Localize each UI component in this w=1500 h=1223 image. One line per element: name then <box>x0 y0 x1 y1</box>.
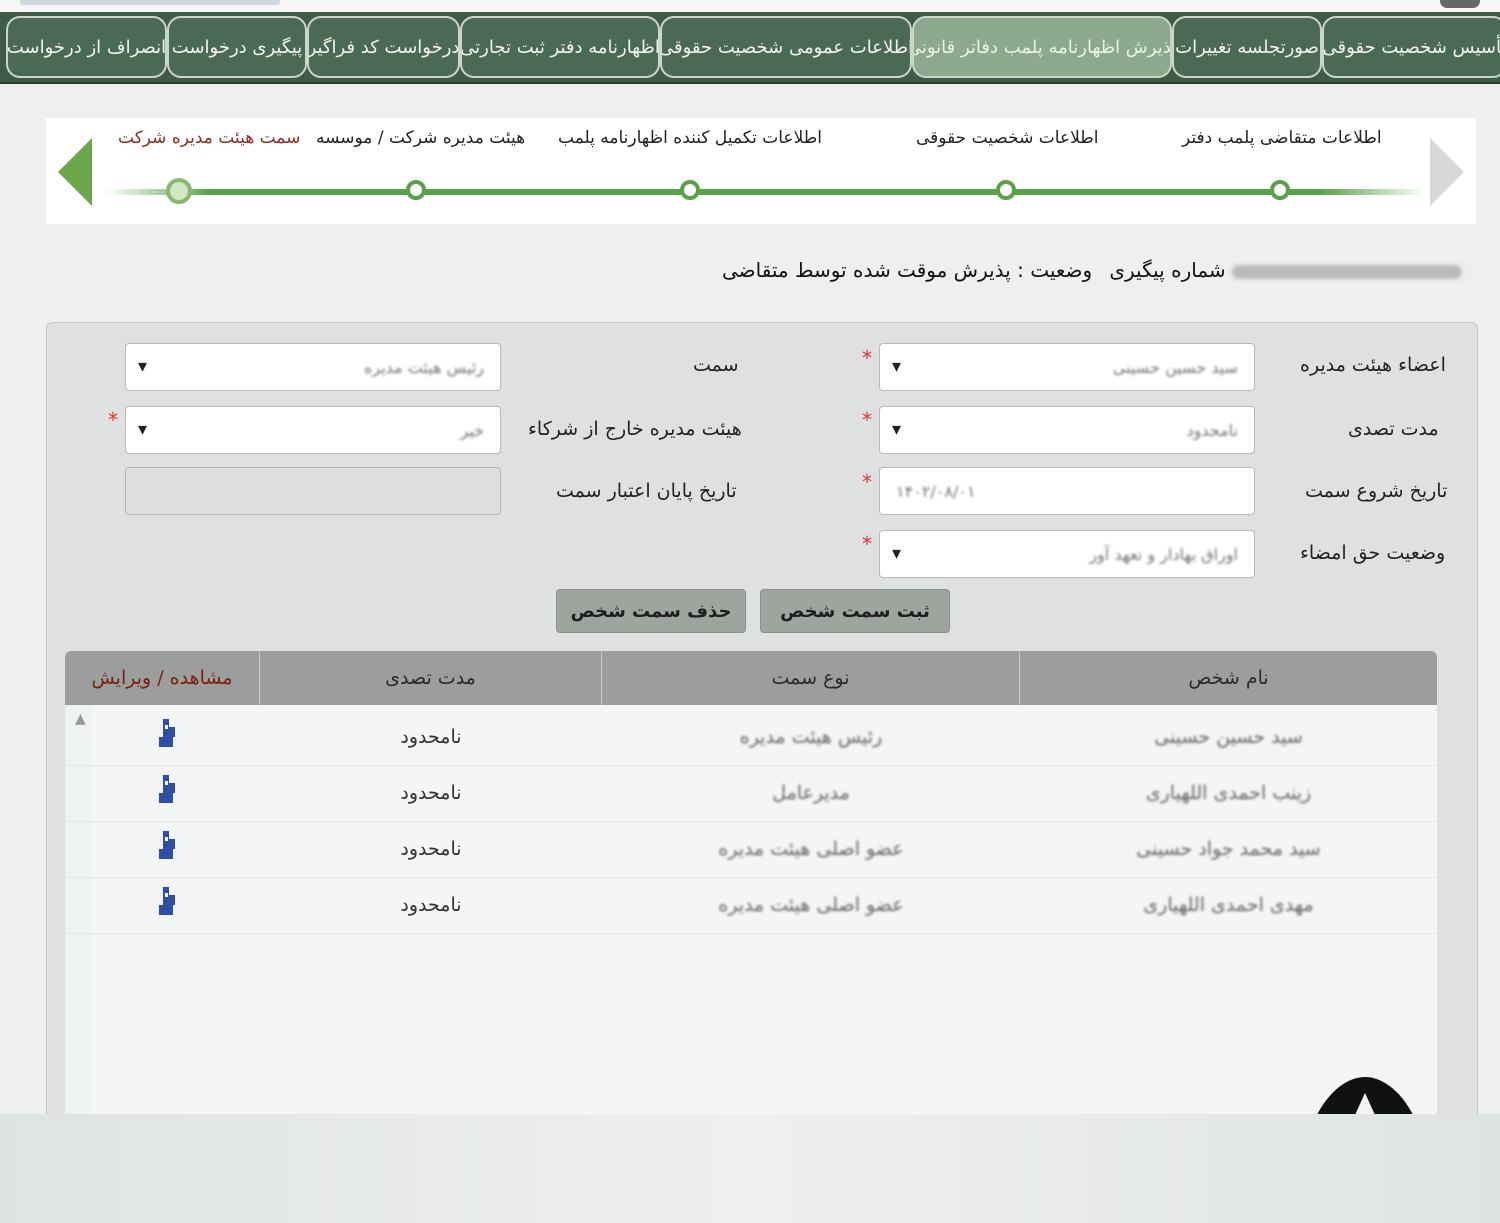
save-position-button[interactable]: ثبت سمت شخص <box>760 589 950 633</box>
required-mark: * <box>862 346 872 370</box>
tab-change-minutes[interactable]: صورتجلسه تغییرات <box>1172 16 1322 78</box>
required-mark: * <box>862 470 872 494</box>
term-select[interactable]: نامحدود ▾ <box>879 406 1255 454</box>
signature-status-label: وضعیت حق امضاء <box>1300 542 1446 564</box>
step-label-applicant[interactable]: اطلاعات متقاضی پلمب دفتر <box>1182 128 1382 148</box>
arrow-right-icon[interactable] <box>1430 138 1464 206</box>
chevron-down-icon: ▾ <box>138 419 148 440</box>
step-label-legal-entity[interactable]: اطلاعات شخصیت حقوقی <box>916 128 1099 148</box>
cell-term: نامحدود <box>400 894 462 916</box>
cell-term: نامحدود <box>400 782 462 804</box>
edit-icon[interactable] <box>157 831 177 861</box>
start-date-label: تاریخ شروع سمت <box>1305 480 1448 502</box>
table-row[interactable]: سید حسین حسینی رئیس هیئت مدیره نامحدود <box>65 709 1437 766</box>
table-row[interactable]: مهدی احمدی اللهیاری عضو اصلی هیئت مدیره … <box>65 877 1437 934</box>
table-header: نام شخص نوع سمت مدت تصدی مشاهده / ویرایش <box>65 651 1437 705</box>
header-view-edit[interactable]: مشاهده / ویرایش <box>65 651 260 705</box>
table-row[interactable]: زینب احمدی اللهیاری مدیرعامل نامحدود <box>65 765 1437 822</box>
positions-table: نام شخص نوع سمت مدت تصدی مشاهده / ویرایش… <box>65 651 1437 1121</box>
tab-ledger-sealing[interactable]: پذیرش اظهارنامه پلمب دفاتر قانونی <box>912 16 1172 78</box>
edit-icon[interactable] <box>157 775 177 805</box>
delete-position-button[interactable]: حذف سمت شخص <box>556 589 746 633</box>
cell-position: مدیرعامل <box>772 782 850 804</box>
step-dot-board-position[interactable] <box>166 178 192 204</box>
members-label: اعضاء هیئت مدیره <box>1300 354 1446 376</box>
cell-name: سید محمد جواد حسینی <box>1136 838 1321 860</box>
required-mark: * <box>862 408 872 432</box>
tab-public-info[interactable]: اطلاعات عمومی شخصیت حقوقی <box>660 16 912 78</box>
main-tabbar: تأسیس شخصیت حقوقی صورتجلسه تغییرات پذیرش… <box>0 12 1500 84</box>
position-label: سمت <box>693 354 739 376</box>
cell-position: رئیس هیئت مدیره <box>739 726 883 748</box>
header-position[interactable]: نوع سمت <box>602 651 1020 705</box>
edit-icon[interactable] <box>157 887 177 917</box>
cell-position: عضو اصلی هیئت مدیره <box>718 894 904 916</box>
cell-name: سید حسین حسینی <box>1154 726 1303 748</box>
cell-position: عضو اصلی هیئت مدیره <box>718 838 904 860</box>
step-dot-board[interactable] <box>406 180 426 200</box>
chevron-down-icon: ▾ <box>892 356 902 377</box>
top-strip <box>0 0 1500 12</box>
chevron-down-icon: ▾ <box>138 356 148 377</box>
step-dot-legal-entity[interactable] <box>996 180 1016 200</box>
step-label-filler[interactable]: اطلاعات تکمیل کننده اظهارنامه پلمب <box>558 128 822 148</box>
step-label-board[interactable]: هیئت مدیره شرکت / موسسه <box>316 128 525 148</box>
step-dot-filler[interactable] <box>680 180 700 200</box>
table-row[interactable]: سید محمد جواد حسینی عضو اصلی هیئت مدیره … <box>65 821 1437 878</box>
end-date-input <box>125 467 501 515</box>
cell-name: زینب احمدی اللهیاری <box>1145 782 1312 804</box>
tab-commercial-register[interactable]: اظهارنامه دفتر ثبت تجارتی <box>460 16 660 78</box>
chevron-down-icon: ▾ <box>892 543 902 564</box>
arrow-left-icon[interactable] <box>58 138 92 206</box>
chevron-down-icon: ▾ <box>892 419 902 440</box>
tracking-label: شماره پیگیری <box>1109 258 1226 282</box>
term-label: مدت تصدی <box>1348 418 1439 440</box>
required-mark: * <box>108 408 118 432</box>
signature-status-select[interactable]: اوراق بهادار و تعهد آور ▾ <box>879 530 1255 578</box>
wizard-stepper: اطلاعات متقاضی پلمب دفتر اطلاعات شخصیت ح… <box>46 118 1476 224</box>
logo-icon <box>1317 1077 1413 1115</box>
required-mark: * <box>862 532 872 556</box>
tab-universal-code[interactable]: درخواست کد فراگیر <box>307 16 460 78</box>
step-dot-applicant[interactable] <box>1270 180 1290 200</box>
top-link-blur <box>20 0 280 5</box>
outside-partners-select[interactable]: خیر ▾ <box>125 406 501 454</box>
outside-partners-label: هیئت مدیره خارج از شرکاء <box>528 418 742 440</box>
tracking-number: شماره پیگیری <box>1109 258 1462 282</box>
cell-name: مهدی احمدی اللهیاری <box>1143 894 1314 916</box>
request-status: وضعیت : پذیرش موقت شده توسط متقاضی <box>722 258 1093 282</box>
edit-icon[interactable] <box>157 719 177 749</box>
cell-term: نامحدود <box>400 838 462 860</box>
position-select[interactable]: رئیس هیئت مدیره ▾ <box>125 343 501 391</box>
top-icons <box>1440 0 1480 8</box>
start-date-input[interactable]: ۱۴۰۲/۰۸/۰۱ <box>879 467 1255 515</box>
tab-legal-entity-establishment[interactable]: تأسیس شخصیت حقوقی <box>1322 16 1500 78</box>
tab-track-request[interactable]: پیگیری درخواست <box>167 16 307 78</box>
end-date-label: تاریخ پایان اعتبار سمت <box>556 480 737 502</box>
step-label-board-position[interactable]: سمت هیئت مدیره شرکت <box>118 128 300 148</box>
tab-cancel-request[interactable]: انصراف از درخواست <box>6 16 167 78</box>
header-name[interactable]: نام شخص <box>1020 651 1437 705</box>
header-term[interactable]: مدت تصدی <box>260 651 602 705</box>
tracking-value-blurred <box>1232 264 1462 279</box>
bottom-fade <box>0 1114 1500 1223</box>
step-line <box>106 189 1426 195</box>
members-select[interactable]: سید حسین حسینی ▾ <box>879 343 1255 391</box>
cell-term: نامحدود <box>400 726 462 748</box>
